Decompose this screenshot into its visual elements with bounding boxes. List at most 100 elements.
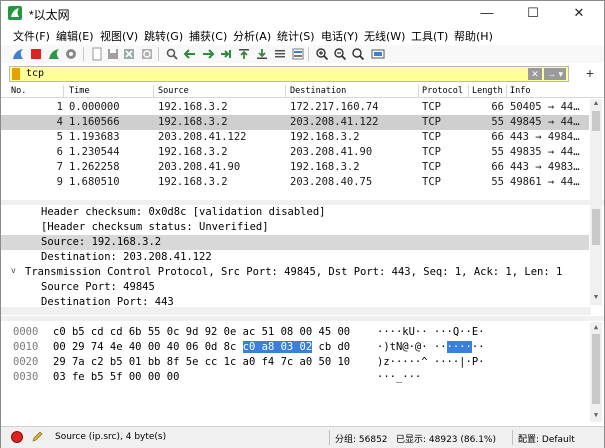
zoom-out-icon[interactable] — [333, 47, 347, 61]
scrollbar-thumb[interactable] — [592, 209, 600, 245]
bytes-row[interactable]: 0020 29 7a c2 b5 01 bb 8f 5e cc 1c a0 f4… — [1, 356, 589, 371]
zoom-in-icon[interactable] — [315, 47, 329, 61]
bytes-offset: 0000 — [13, 326, 39, 338]
menu-tools[interactable]: 工具(T) — [411, 28, 448, 44]
edit-comment-icon[interactable] — [31, 431, 43, 443]
packet-row-selected[interactable]: 4 1.160566 192.168.3.2 203.208.41.122 TC… — [1, 115, 589, 130]
column-divider[interactable] — [506, 85, 507, 98]
ascii-highlight: ···· — [446, 341, 472, 353]
packet-list: No. Time Source Destination Protocol Len… — [1, 85, 604, 200]
zoom-normal-icon[interactable] — [351, 47, 365, 61]
toolbar-separator — [308, 47, 309, 61]
column-divider[interactable] — [418, 85, 419, 98]
stop-square-icon[interactable] — [29, 47, 43, 61]
packet-no: 6 — [56, 146, 63, 158]
menu-wireless[interactable]: 无线(W) — [364, 28, 405, 44]
save-file-icon[interactable] — [106, 47, 120, 61]
menu-capture[interactable]: 捕获(C) — [189, 28, 227, 44]
go-to-packet-icon[interactable] — [219, 47, 233, 61]
resize-columns-icon[interactable] — [371, 47, 385, 61]
column-divider[interactable] — [468, 85, 469, 98]
expand-chevron-icon[interactable]: v — [11, 266, 16, 275]
menu-go[interactable]: 跳转(G) — [144, 28, 183, 44]
packet-row[interactable]: 9 1.680510 192.168.3.2 203.208.40.75 TCP… — [1, 175, 589, 190]
apply-filter-button[interactable]: → ▾ — [544, 68, 566, 80]
bookmark-icon[interactable] — [12, 68, 20, 80]
go-last-icon[interactable] — [255, 47, 269, 61]
menu-analyze[interactable]: 分析(A) — [233, 28, 271, 44]
details-horizontal-scrollbar[interactable] — [1, 307, 591, 315]
col-protocol[interactable]: Protocol — [422, 86, 463, 96]
column-divider[interactable] — [153, 85, 154, 98]
minimize-button[interactable]: — — [464, 1, 510, 25]
packet-row[interactable]: 7 1.262258 203.208.41.90 192.168.3.2 TCP… — [1, 160, 589, 175]
bytes-row[interactable]: 0010 00 29 74 4e 40 00 40 06 0d 8c c0 a8… — [1, 341, 589, 356]
shark-start-icon[interactable] — [11, 47, 25, 61]
bytes-row[interactable]: 0000 c0 b5 cd cd 6b 55 0c 9d 92 0e ac 51… — [1, 326, 589, 341]
packet-list-scrollbar[interactable]: ▲ — [590, 99, 602, 200]
detail-line-selected[interactable]: Source: 192.168.3.2 — [1, 235, 589, 250]
go-first-icon[interactable] — [237, 47, 251, 61]
packet-row[interactable]: 1 0.000000 192.168.3.2 172.217.160.74 TC… — [1, 100, 589, 115]
capture-running-icon[interactable] — [11, 431, 23, 443]
detail-line-tcp[interactable]: v Transmission Control Protocol, Src Por… — [1, 265, 589, 280]
reload-icon[interactable] — [140, 47, 154, 61]
menu-edit[interactable]: 编辑(E) — [56, 28, 94, 44]
bytes-row[interactable]: 0030 03 fe b5 5f 00 00 00 ···_··· — [1, 371, 589, 386]
menu-view[interactable]: 视图(V) — [100, 28, 138, 44]
packet-list-header: No. Time Source Destination Protocol Len… — [1, 85, 604, 98]
colorize-icon[interactable] — [291, 47, 305, 61]
scrollbar-thumb[interactable] — [592, 334, 600, 404]
scroll-up-icon[interactable]: ▲ — [590, 99, 602, 109]
open-file-icon[interactable] — [90, 47, 104, 61]
col-length[interactable]: Length — [472, 86, 503, 96]
display-filter-input[interactable]: tcp ✕ → ▾ — [9, 66, 569, 82]
scroll-down-icon[interactable]: ▼ — [590, 410, 602, 420]
packet-no: 4 — [56, 116, 63, 128]
detail-text: [Header checksum status: Unverified] — [41, 221, 269, 233]
detail-line[interactable]: Destination: 203.208.41.122 — [1, 250, 589, 265]
autoscroll-icon[interactable] — [273, 47, 287, 61]
packet-source: 192.168.3.2 — [158, 146, 228, 158]
scrollbar-thumb[interactable] — [592, 111, 600, 131]
packet-row[interactable]: 6 1.230544 192.168.3.2 203.208.41.90 TCP… — [1, 145, 589, 160]
details-scrollbar[interactable]: ▼ — [590, 205, 602, 305]
close-button[interactable]: ✕ — [556, 1, 602, 25]
go-forward-icon[interactable] — [201, 47, 215, 61]
options-gear-icon[interactable] — [64, 47, 78, 61]
col-source[interactable]: Source — [158, 86, 189, 96]
col-info[interactable]: Info — [510, 86, 530, 96]
find-icon[interactable] — [165, 47, 179, 61]
col-destination[interactable]: Destination — [290, 86, 346, 96]
col-time[interactable]: Time — [69, 86, 89, 96]
menu-help[interactable]: 帮助(H) — [454, 28, 493, 44]
detail-line[interactable]: Destination Port: 443 — [1, 295, 589, 305]
add-filter-button[interactable]: + — [583, 66, 597, 82]
pane-splitter[interactable] — [1, 316, 604, 321]
column-divider[interactable] — [63, 85, 64, 98]
packet-source: 192.168.3.2 — [158, 116, 228, 128]
menu-statistics[interactable]: 统计(S) — [277, 28, 315, 44]
menu-file[interactable]: 文件(F) — [13, 28, 50, 44]
scroll-down-icon[interactable]: ▼ — [590, 293, 602, 303]
menu-telephony[interactable]: 电话(Y) — [321, 28, 358, 44]
bytes-scrollbar[interactable]: ▲ ▼ — [590, 322, 602, 422]
status-profile[interactable]: 配置: Default — [518, 432, 575, 445]
bytes-hex: 29 7a c2 b5 01 bb 8f 5e cc 1c a0 f4 7c a… — [53, 356, 350, 368]
packet-row[interactable]: 5 1.193683 203.208.41.122 192.168.3.2 TC… — [1, 130, 589, 145]
go-back-icon[interactable] — [183, 47, 197, 61]
restart-icon[interactable] — [47, 47, 61, 61]
display-filter-bar: tcp ✕ → ▾ + — [1, 63, 604, 85]
detail-line[interactable]: Header checksum: 0x0d8c [validation disa… — [1, 205, 589, 220]
detail-line[interactable]: Source Port: 49845 — [1, 280, 589, 295]
col-no[interactable]: No. — [11, 86, 26, 96]
window-title: *以太网 — [29, 8, 70, 22]
maximize-button[interactable]: ☐ — [510, 1, 556, 25]
packet-protocol: TCP — [422, 161, 441, 173]
column-divider[interactable] — [285, 85, 286, 98]
close-file-icon[interactable] — [122, 47, 136, 61]
scroll-up-icon[interactable]: ▲ — [590, 322, 602, 332]
packet-info: 49845 → 44… — [510, 116, 580, 128]
detail-line[interactable]: [Header checksum status: Unverified] — [1, 220, 589, 235]
clear-filter-button[interactable]: ✕ — [528, 68, 542, 80]
